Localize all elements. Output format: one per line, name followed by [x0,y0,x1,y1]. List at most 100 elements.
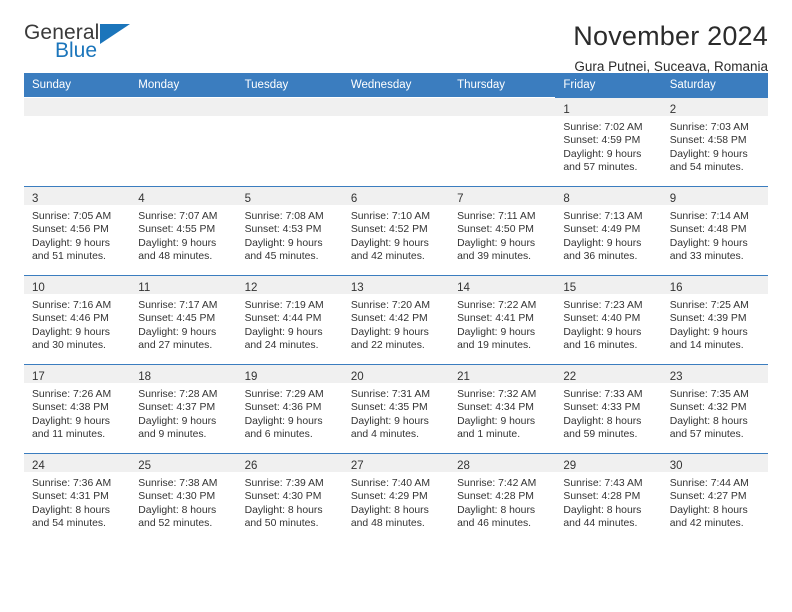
daylight-text-line2: and 39 minutes. [457,251,532,263]
daylight-text-line2: and 30 minutes. [32,340,106,352]
calendar-day-cell[interactable]: 28 Sunrise: 7:42 AM Sunset: 4:28 PM Dayligh… [449,453,556,542]
logo-text-blue: Blue [55,39,98,62]
calendar-day-cell[interactable]: 30 Sunrise: 7:44 AM Sunset: 4:27 PM Dayligh… [661,453,768,542]
sunset-text: Sunset: 4:45 PM [138,313,216,325]
calendar-day-cell[interactable]: 24 Sunrise: 7:36 AM Sunset: 4:31 PM Dayligh… [24,453,131,542]
calendar-day-cell[interactable]: 5 Sunrise: 7:08 AM Sunset: 4:53 PM Daylight… [236,186,343,275]
weekday-header-saturday: Saturday [661,73,768,97]
calendar-day-cell[interactable]: 14 Sunrise: 7:22 AM Sunset: 4:41 PM Dayligh… [449,275,556,364]
day-number: 14 [457,282,470,294]
sunrise-text: Sunrise: 7:10 AM [350,211,430,222]
calendar-day-cell[interactable]: 29 Sunrise: 7:43 AM Sunset: 4:28 PM Dayligh… [555,453,662,542]
day-number: 4 [138,193,145,205]
calendar-day-cell[interactable]: 21 Sunrise: 7:32 AM Sunset: 4:34 PM Dayligh… [449,364,556,453]
calendar-day-cell[interactable]: 4 Sunrise: 7:07 AM Sunset: 4:55 PM Daylight… [130,186,237,275]
calendar-day-cell[interactable]: 10 Sunrise: 7:16 AM Sunset: 4:46 PM Dayligh… [24,275,131,364]
day-details: Sunrise: 7:32 AM Sunset: 4:34 PM Daylight:… [449,383,555,442]
calendar-day-cell[interactable]: 22 Sunrise: 7:33 AM Sunset: 4:33 PM Dayligh… [555,364,662,453]
day-number: 21 [457,371,470,383]
sunrise-text: Sunrise: 7:39 AM [244,478,324,489]
calendar-day-cell[interactable]: 2 Sunrise: 7:03 AM Sunset: 4:58 PM Daylight… [661,97,768,186]
calendar-day-cell[interactable]: 19 Sunrise: 7:29 AM Sunset: 4:36 PM Dayligh… [236,364,343,453]
day-number-band: 24 [24,454,131,472]
day-number: 15 [563,282,577,294]
calendar-day-cell[interactable]: 17 Sunrise: 7:26 AM Sunset: 4:38 PM Dayligh… [24,364,131,453]
daylight-text-line2: and 1 minute. [457,429,521,441]
daylight-text-line1: Daylight: 8 hours [350,504,429,516]
sunset-text: Sunset: 4:46 PM [32,313,109,325]
day-number: 8 [563,193,570,205]
day-details: Sunrise: 7:20 AM Sunset: 4:42 PM Daylight:… [343,294,449,353]
sunset-text: Sunset: 4:30 PM [244,491,322,503]
calendar-day-cell[interactable]: 8 Sunrise: 7:13 AM Sunset: 4:49 PM Daylight… [555,186,662,275]
day-number: 17 [32,371,45,383]
day-number: 12 [244,282,258,294]
calendar-week-row: 1 Sunrise: 7:02 AM Sunset: 4:59 PM Daylight… [24,97,768,186]
daylight-text-line2: and 44 minutes. [563,518,638,530]
calendar-day-cell[interactable]: 11 Sunrise: 7:17 AM Sunset: 4:45 PM Dayligh… [130,275,237,364]
day-number-band: 27 [342,454,450,472]
day-number: 20 [350,371,364,383]
daylight-text-line2: and 42 minutes. [669,518,744,530]
daylight-text-line1: Daylight: 8 hours [32,504,110,516]
calendar-day-cell[interactable]: 7 Sunrise: 7:11 AM Sunset: 4:50 PM Daylight… [449,186,556,275]
weekday-header-thursday: Thursday [449,73,556,97]
location-subtitle: Gura Putnei, Suceava, Romania [574,58,768,74]
calendar-day-cell[interactable]: 16 Sunrise: 7:25 AM Sunset: 4:39 PM Dayligh… [661,275,768,364]
sunset-text: Sunset: 4:27 PM [669,491,747,503]
day-details: Sunrise: 7:36 AM Sunset: 4:31 PM Daylight:… [24,472,130,531]
daylight-text-line2: and 57 minutes. [669,429,744,441]
calendar-day-cell[interactable]: 18 Sunrise: 7:28 AM Sunset: 4:37 PM Dayligh… [130,364,237,453]
calendar-day-cell[interactable]: 9 Sunrise: 7:14 AM Sunset: 4:48 PM Daylight… [661,186,768,275]
daylight-text-line1: Daylight: 9 hours [669,326,748,338]
day-number-band: 19 [236,365,343,383]
day-number: 9 [669,193,677,205]
day-details: Sunrise: 7:10 AM Sunset: 4:52 PM Daylight:… [343,205,449,264]
daylight-text-line2: and 54 minutes. [32,518,106,530]
day-number: 18 [138,371,152,383]
day-details: Sunrise: 7:07 AM Sunset: 4:55 PM Daylight:… [130,205,236,264]
daylight-text-line1: Daylight: 8 hours [669,504,748,516]
sunset-text: Sunset: 4:49 PM [563,224,641,236]
day-details: Sunrise: 7:35 AM Sunset: 4:32 PM Daylight:… [662,383,768,442]
daylight-text-line1: Daylight: 9 hours [244,326,323,338]
daylight-text-line1: Daylight: 9 hours [457,326,536,338]
day-number-band [342,98,450,116]
sunrise-text: Sunrise: 7:20 AM [350,300,430,311]
sunset-text: Sunset: 4:35 PM [350,402,428,414]
calendar-day-cell[interactable]: 3 Sunrise: 7:05 AM Sunset: 4:56 PM Daylight… [24,186,131,275]
daylight-text-line1: Daylight: 9 hours [350,237,429,249]
daylight-text-line1: Daylight: 9 hours [244,415,323,427]
calendar-header-row: Sunday Monday Tuesday Wednesday Thursday… [24,73,768,97]
sunrise-text: Sunrise: 7:25 AM [669,300,749,311]
daylight-text-line2: and 9 minutes. [138,429,207,441]
sunset-text: Sunset: 4:41 PM [457,313,534,325]
day-details: Sunrise: 7:25 AM Sunset: 4:39 PM Daylight:… [662,294,768,353]
sunset-text: Sunset: 4:37 PM [138,402,216,414]
day-number: 29 [563,460,577,472]
daylight-text-line1: Daylight: 9 hours [669,148,748,160]
page-header: General Blue November 2024 Gura Putnei, … [24,0,768,73]
calendar-day-cell[interactable]: 25 Sunrise: 7:38 AM Sunset: 4:30 PM Dayligh… [130,453,237,542]
day-number-band: 6 [342,187,450,205]
day-number: 5 [244,193,251,205]
calendar-day-cell[interactable]: 6 Sunrise: 7:10 AM Sunset: 4:52 PM Daylight… [342,186,450,275]
daylight-text-line1: Daylight: 9 hours [138,415,217,427]
sunrise-text: Sunrise: 7:26 AM [32,389,112,400]
calendar-day-cell[interactable]: 26 Sunrise: 7:39 AM Sunset: 4:30 PM Dayligh… [236,453,343,542]
day-number-band: 14 [449,276,556,294]
day-details: Sunrise: 7:31 AM Sunset: 4:35 PM Daylight:… [343,383,449,442]
calendar-day-cell-empty [342,97,450,186]
sunset-text: Sunset: 4:50 PM [457,224,534,236]
daylight-text-line1: Daylight: 9 hours [350,415,429,427]
sunrise-text: Sunrise: 7:16 AM [32,300,112,311]
calendar-day-cell[interactable]: 27 Sunrise: 7:40 AM Sunset: 4:29 PM Dayligh… [342,453,450,542]
calendar-day-cell[interactable]: 20 Sunrise: 7:31 AM Sunset: 4:35 PM Dayligh… [342,364,450,453]
calendar-day-cell[interactable]: 15 Sunrise: 7:23 AM Sunset: 4:40 PM Dayligh… [555,275,662,364]
sunset-text: Sunset: 4:28 PM [457,491,534,503]
calendar-day-cell[interactable]: 12 Sunrise: 7:19 AM Sunset: 4:44 PM Dayligh… [236,275,343,364]
calendar-day-cell[interactable]: 23 Sunrise: 7:35 AM Sunset: 4:32 PM Dayligh… [661,364,768,453]
calendar-day-cell[interactable]: 1 Sunrise: 7:02 AM Sunset: 4:59 PM Daylight… [555,97,662,186]
daylight-text-line2: and 57 minutes. [563,162,638,174]
calendar-day-cell[interactable]: 13 Sunrise: 7:20 AM Sunset: 4:42 PM Dayligh… [342,275,450,364]
